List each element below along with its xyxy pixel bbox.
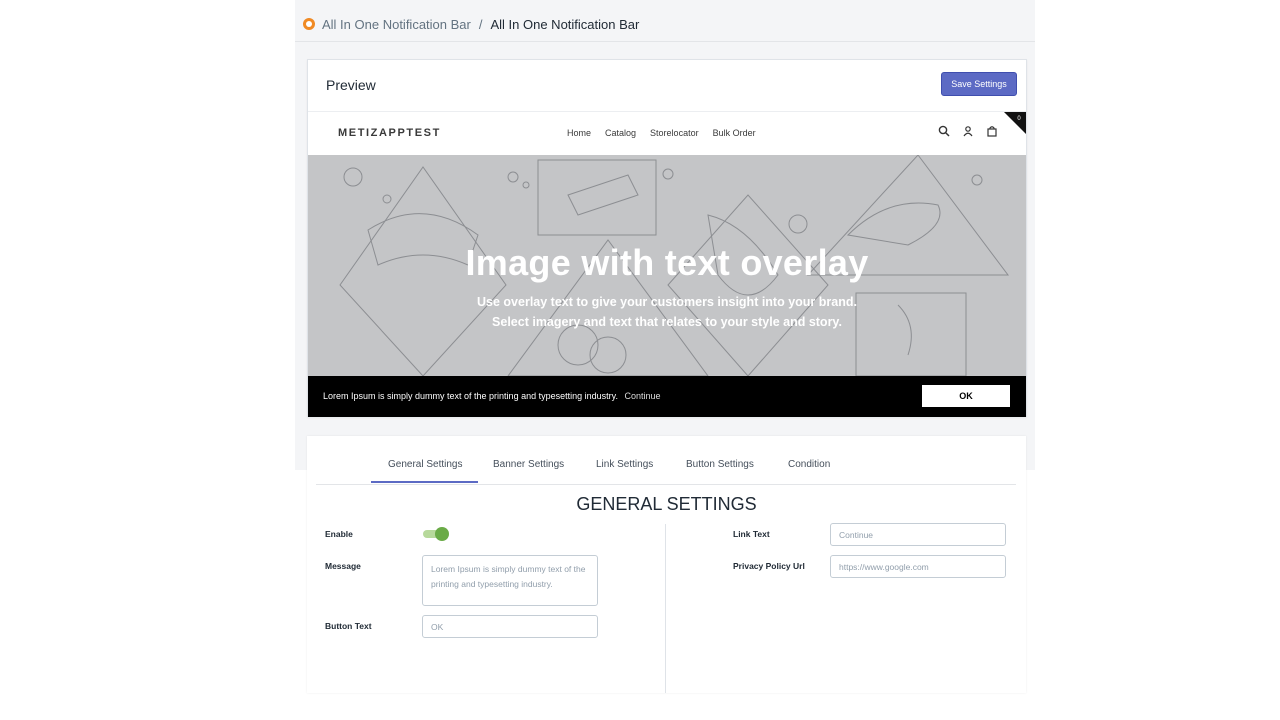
notification-continue-link[interactable]: Continue xyxy=(624,391,660,401)
store-preview-frame: METIZAPPTEST Home Catalog Storelocator B… xyxy=(308,112,1026,417)
header-divider xyxy=(295,41,1035,42)
cart-icon[interactable] xyxy=(986,125,998,137)
settings-tabs: General Settings Banner Settings Link Se… xyxy=(316,436,1016,485)
store-logo[interactable]: METIZAPPTEST xyxy=(338,127,441,139)
button-text-label: Button Text xyxy=(325,621,372,631)
hero-title: Image with text overlay xyxy=(465,242,869,283)
store-menu: Home Catalog Storelocator Bulk Order xyxy=(567,128,756,138)
preview-header: Preview Save Settings xyxy=(308,60,1026,112)
breadcrumb-current: All In One Notification Bar xyxy=(490,16,640,32)
notification-message-text: Lorem Ipsum is simply dummy text of the … xyxy=(323,391,618,401)
link-text-input[interactable] xyxy=(830,523,1006,546)
button-text-input[interactable] xyxy=(422,615,598,638)
account-icon[interactable] xyxy=(962,125,974,137)
search-icon[interactable] xyxy=(938,125,950,137)
preview-title: Preview xyxy=(326,77,376,93)
store-navbar: METIZAPPTEST Home Catalog Storelocator B… xyxy=(308,112,1026,156)
link-text-label: Link Text xyxy=(733,529,770,539)
tab-condition[interactable]: Condition xyxy=(788,459,830,470)
column-divider xyxy=(665,524,666,693)
store-menu-bulk-order[interactable]: Bulk Order xyxy=(713,128,756,138)
breadcrumb-separator: / xyxy=(478,16,483,32)
tab-banner-settings[interactable]: Banner Settings xyxy=(493,459,564,470)
breadcrumb: All In One Notification Bar / All In One… xyxy=(303,14,639,34)
hero-subtitle-line-1: Use overlay text to give your customers … xyxy=(477,295,857,309)
store-menu-home[interactable]: Home xyxy=(567,128,591,138)
store-nav-icons xyxy=(938,125,998,137)
notification-bar-preview: Lorem Ipsum is simply dummy text of the … xyxy=(308,376,1026,417)
breadcrumb-app-link[interactable]: All In One Notification Bar xyxy=(322,17,471,32)
tab-button-settings[interactable]: Button Settings xyxy=(686,459,754,470)
message-textarea[interactable]: Lorem Ipsum is simply dummy text of the … xyxy=(422,555,598,606)
corner-count-badge: 0 xyxy=(1004,112,1026,134)
app-logo-icon xyxy=(303,18,315,30)
enable-toggle[interactable] xyxy=(423,527,449,541)
notification-ok-button[interactable]: OK xyxy=(922,385,1010,407)
settings-card: General Settings Banner Settings Link Se… xyxy=(307,436,1026,693)
active-tab-indicator xyxy=(371,481,478,483)
hero-subtitle: Use overlay text to give your customers … xyxy=(308,292,1026,332)
save-settings-button[interactable]: Save Settings xyxy=(941,72,1017,96)
tab-link-settings[interactable]: Link Settings xyxy=(596,459,653,470)
privacy-policy-label: Privacy Policy Url xyxy=(733,561,805,571)
preview-card: Preview Save Settings METIZAPPTEST Home … xyxy=(307,59,1027,417)
enable-toggle-knob xyxy=(435,527,449,541)
hero-banner: Image with text overlay Use overlay text… xyxy=(308,155,1026,376)
enable-label: Enable xyxy=(325,529,353,539)
hero-subtitle-line-2: Select imagery and text that relates to … xyxy=(492,315,842,329)
notification-message: Lorem Ipsum is simply dummy text of the … xyxy=(323,391,661,401)
privacy-policy-input[interactable] xyxy=(830,555,1006,578)
section-title: GENERAL SETTINGS xyxy=(576,494,757,514)
store-menu-storelocator[interactable]: Storelocator xyxy=(650,128,699,138)
store-menu-catalog[interactable]: Catalog xyxy=(605,128,636,138)
message-label: Message xyxy=(325,561,361,571)
tab-general-settings[interactable]: General Settings xyxy=(388,459,463,470)
